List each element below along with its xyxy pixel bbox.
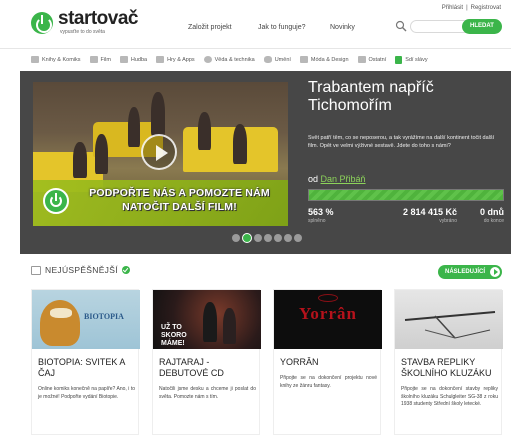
search-input[interactable] <box>410 20 468 33</box>
section-title: NEJÚSPĚŠNĚJŠÍ <box>45 265 118 275</box>
project-card[interactable]: STAVBA REPLIKY ŠKOLNÍHO KLUZÁKU Připojte… <box>394 289 503 435</box>
category-games[interactable]: Hry & Apps <box>156 56 195 63</box>
category-fashion[interactable]: Móda & Design <box>299 56 349 63</box>
project-card-title[interactable]: RAJTARAJ - DEBUTOVÉ CD <box>153 357 259 379</box>
category-film[interactable]: Film <box>89 56 111 63</box>
project-card-image[interactable]: Yorrân <box>274 290 382 349</box>
project-card[interactable]: UŽ TO SKORO MÁME! RAJTARAJ - DEBUTOVÉ CD… <box>152 289 261 435</box>
search-button[interactable]: HLEDAT <box>462 19 502 34</box>
flag-icon <box>395 55 403 64</box>
category-bar: Knihy & Komiks Film Hudba Hry & Apps Věd… <box>0 48 511 70</box>
project-card[interactable]: Yorrân YORRÂN Připojte se na dokončení p… <box>273 289 382 435</box>
power-icon <box>43 188 69 214</box>
film-icon <box>89 56 98 63</box>
featured-project-title[interactable]: Trabantem napříč Tichomořím <box>308 79 498 115</box>
slider-dot[interactable] <box>264 234 272 242</box>
book-icon <box>31 56 39 63</box>
stat-days-left: 0 dnů do konce <box>480 207 504 224</box>
logo-tagline: vypusťte to do světa <box>60 29 105 35</box>
funding-progress-fill <box>309 190 503 200</box>
category-other[interactable]: Ostatní <box>357 56 386 63</box>
login-link[interactable]: Přihlásit <box>442 5 463 11</box>
stat-raised: 2 814 415 Kč vybráno <box>402 207 457 224</box>
slider-dot[interactable] <box>232 234 240 242</box>
search-icon[interactable] <box>395 20 407 32</box>
featured-project: PODPOŘTE NÁS A POMOZTE NÁM NATOČIT DALŠÍ… <box>20 71 511 254</box>
featured-project-image[interactable]: PODPOŘTE NÁS A POMOZTE NÁM NATOČIT DALŠÍ… <box>33 82 288 226</box>
person <box>95 134 108 174</box>
slider-dot[interactable] <box>274 234 282 242</box>
promo-banner: PODPOŘTE NÁS A POMOZTE NÁM NATOČIT DALŠÍ… <box>33 180 288 226</box>
science-icon <box>203 56 212 63</box>
account-links: Přihlásit | Registrovat <box>441 5 501 11</box>
stat-percent: 563 % splněno <box>308 207 334 224</box>
project-card-title[interactable]: YORRÂN <box>274 357 380 368</box>
register-link[interactable]: Registrovat <box>471 5 501 11</box>
promo-banner-text: PODPOŘTE NÁS A POMOZTE NÁM NATOČIT DALŠÍ… <box>89 187 270 213</box>
person <box>151 92 165 136</box>
project-card-description: Online komiks konečně na papíře? Ano, i … <box>38 386 135 400</box>
featured-project-author: od Dan Přibáň <box>308 174 366 184</box>
arrow-right-icon <box>490 267 500 277</box>
nav-create-project[interactable]: Založit projekt <box>188 24 232 31</box>
category-music[interactable]: Hudba <box>119 56 147 63</box>
slider-dot[interactable] <box>254 234 262 242</box>
gamepad-icon <box>156 56 165 63</box>
person <box>73 142 87 178</box>
slider-dot[interactable] <box>294 234 302 242</box>
trophy-icon <box>31 265 41 275</box>
musician <box>203 302 217 342</box>
logo-name: startovač <box>58 8 139 29</box>
site-header: Přihlásit | Registrovat startovač vypusťte… <box>0 0 511 44</box>
category-science[interactable]: Věda & technika <box>203 56 255 63</box>
slider-dots <box>232 233 304 243</box>
featured-project-description: Svět patří těm, co se neposerou, a tak v… <box>308 135 495 149</box>
play-video-button[interactable] <box>141 134 177 170</box>
author-link[interactable]: Dan Přibáň <box>321 174 366 184</box>
project-card-description: Připojte se na dokončení projektu nové k… <box>280 375 377 389</box>
power-logo-icon <box>31 11 53 34</box>
project-card[interactable]: BIOTOPIA BIOTOPIA: SVITEK A ČAJ Online k… <box>31 289 140 435</box>
project-card-image[interactable]: BIOTOPIA <box>32 290 140 349</box>
project-card-description: Připojte se na dokončení stavby repliky … <box>401 386 498 407</box>
logo[interactable]: startovač vypusťte to do světa <box>31 8 139 35</box>
person <box>233 124 247 164</box>
fashion-icon <box>299 56 308 63</box>
category-hall-of-fame[interactable]: Sdí slávy <box>395 55 428 64</box>
project-card-description: Natočili jsme desku a chceme ji poslat d… <box>159 386 256 400</box>
funding-progress-bar <box>308 189 504 201</box>
category-art[interactable]: Umění <box>263 56 291 63</box>
nav-news[interactable]: Novinky <box>330 24 355 31</box>
other-icon <box>357 56 366 63</box>
nav-how-it-works[interactable]: Jak to funguje? <box>258 24 305 31</box>
check-icon <box>121 266 130 274</box>
slider-dot[interactable] <box>284 234 292 242</box>
next-button[interactable]: NÁSLEDUJÍCÍ <box>438 265 502 279</box>
project-card-title[interactable]: STAVBA REPLIKY ŠKOLNÍHO KLUZÁKU <box>395 357 501 379</box>
comic-character <box>40 300 80 346</box>
project-card-image[interactable]: UŽ TO SKORO MÁME! <box>153 290 261 349</box>
art-icon <box>263 56 272 63</box>
glider-illustration <box>404 311 496 339</box>
section-header: NEJÚSPĚŠNĚJŠÍ <box>31 265 130 275</box>
music-icon <box>119 56 128 63</box>
slider-dot[interactable] <box>242 233 252 243</box>
category-books[interactable]: Knihy & Komiks <box>31 56 81 63</box>
project-card-image[interactable] <box>395 290 503 349</box>
project-card-title[interactable]: BIOTOPIA: SVITEK A ČAJ <box>32 357 138 379</box>
musician <box>223 308 236 344</box>
person <box>128 107 140 147</box>
person <box>198 112 211 150</box>
